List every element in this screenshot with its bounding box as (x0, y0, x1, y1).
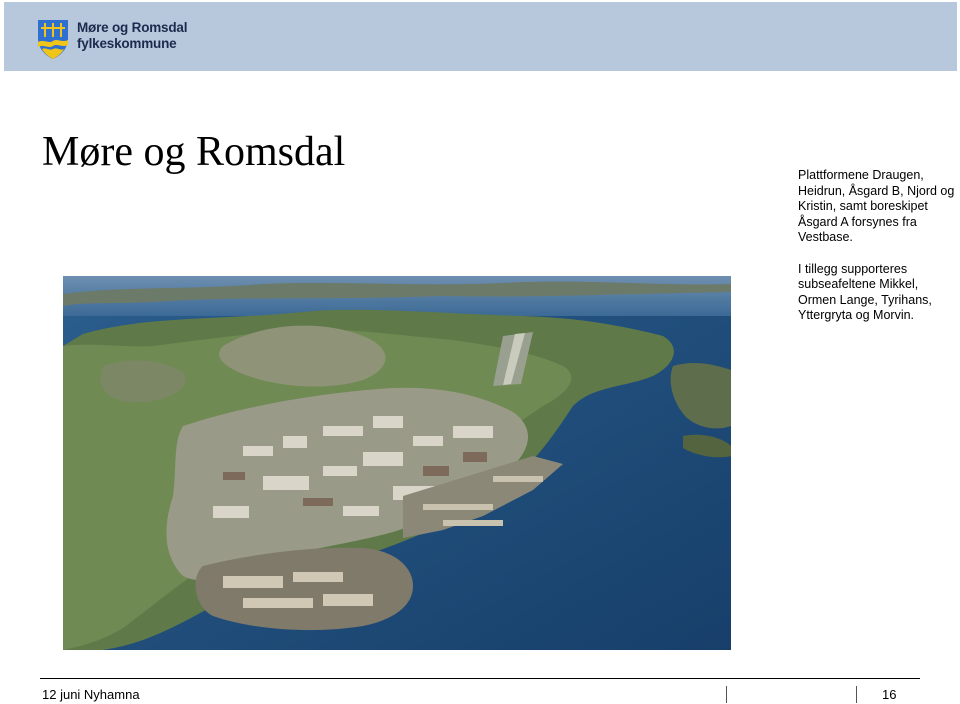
county-coat-of-arms-icon (38, 20, 68, 59)
paragraph-platforms: Plattformene Draugen, Heidrun, Åsgard B,… (798, 168, 955, 244)
footer-divider (40, 678, 920, 679)
footer-separator (726, 686, 727, 703)
county-logo[interactable]: Møre og Romsdal fylkeskommune (36, 18, 188, 60)
org-name-line1: Møre og Romsdal (77, 20, 188, 35)
page-number: 16 (882, 687, 897, 702)
paragraph-subsea-fields: I tillegg supporteres subseafeltene Mikk… (798, 261, 932, 323)
org-name-line2: fylkeskommune (77, 36, 177, 51)
aerial-photo (63, 276, 731, 650)
footer-date-location: 12 juni Nyhamna (42, 687, 140, 702)
body-text: Plattformene Draugen, Heidrun, Åsgard B,… (798, 168, 958, 324)
slide-title: Møre og Romsdal (42, 129, 346, 175)
footer-separator (856, 686, 857, 703)
